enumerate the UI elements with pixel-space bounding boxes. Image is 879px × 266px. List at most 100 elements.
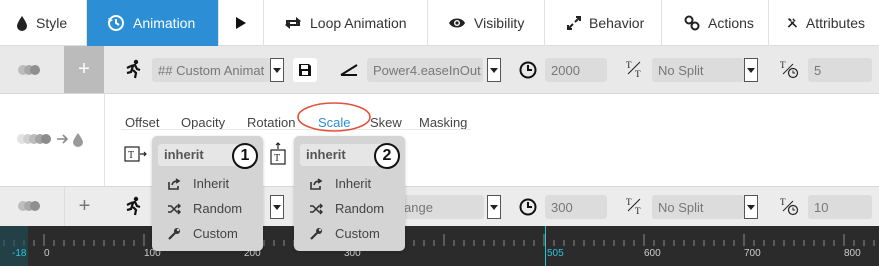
tab-loop-animation[interactable]: Loop Animation <box>264 0 428 46</box>
duration-input-2[interactable]: 300 <box>545 195 607 219</box>
menu-item-random[interactable]: Random <box>168 201 242 216</box>
split-select-2[interactable]: No Split <box>652 195 744 219</box>
frame-toggle-2[interactable] <box>0 187 64 226</box>
menu-item-custom[interactable]: Custom <box>310 226 380 241</box>
run-icon <box>122 195 144 217</box>
preset-dropdown-button-2[interactable] <box>270 195 284 219</box>
timeline-offset-region <box>0 226 28 266</box>
tab-style[interactable]: Style <box>0 0 87 46</box>
split-delay-icon: T <box>778 195 800 217</box>
tab-visibility[interactable]: Visibility <box>428 0 545 46</box>
scale-x-icon: T <box>124 144 148 164</box>
tab-animation[interactable]: Animation <box>87 0 219 46</box>
timeline-playhead[interactable] <box>545 226 546 266</box>
frame-toggle[interactable] <box>0 46 64 93</box>
easing-icon <box>338 60 360 80</box>
subtab-masking[interactable]: Masking <box>419 115 467 130</box>
tab-attributes[interactable]: Attributes <box>769 0 879 46</box>
split-dropdown-button-2[interactable] <box>744 195 758 219</box>
split-delay-value: 5 <box>814 62 822 78</box>
save-preset-button[interactable] <box>293 58 317 82</box>
preset-select[interactable]: ## Custom Animat <box>152 58 270 82</box>
split-dropdown-button[interactable] <box>744 58 758 82</box>
subtab-skew[interactable]: Skew <box>370 115 402 130</box>
duration-value: 2000 <box>551 62 580 78</box>
toggle-icon <box>18 65 40 75</box>
easing-select-2[interactable]: ange <box>398 195 484 219</box>
scale-x-dropdown-menu: inherit 1 Inherit Random Custom <box>152 136 263 251</box>
tick-label-marker: 505 <box>547 248 564 259</box>
menu-item-label: Custom <box>193 226 238 241</box>
animation-frame-row-2: + ange 300 TT No Split T 10 <box>0 186 879 226</box>
highlight-circle <box>297 102 371 132</box>
subtab-offset[interactable]: Offset <box>125 115 159 130</box>
timeline-ticks <box>3 234 875 246</box>
plus-icon: + <box>78 58 90 80</box>
subtab-opacity[interactable]: Opacity <box>181 115 225 130</box>
split-delay-input-2[interactable]: 10 <box>808 195 872 219</box>
clock-icon <box>518 197 538 217</box>
split-select[interactable]: No Split <box>652 58 744 82</box>
menu-item-inherit[interactable]: Inherit <box>168 176 229 191</box>
tick-label: 600 <box>644 248 661 259</box>
duration-value-2: 300 <box>551 199 573 215</box>
toggle-icon <box>18 201 40 211</box>
shuffle-icon <box>168 202 181 215</box>
loop-icon <box>285 17 301 29</box>
add-frame-button[interactable]: + <box>64 46 104 93</box>
easing-dropdown-button[interactable] <box>487 58 501 82</box>
duration-input[interactable]: 2000 <box>545 58 607 82</box>
tab-behavior-label: Behavior <box>589 15 645 31</box>
scale-y-dropdown-menu: inherit 2 Inherit Random Custom <box>294 136 405 251</box>
timeline-ruler[interactable]: -18 0 100 200 300 505 600 700 800 <box>0 226 879 266</box>
save-icon <box>299 64 311 76</box>
menu-item-custom[interactable]: Custom <box>168 226 238 241</box>
clock-icon <box>518 60 538 80</box>
tab-attributes-label: Attributes <box>805 15 865 31</box>
subtab-rotation[interactable]: Rotation <box>247 115 295 130</box>
tools-icon <box>787 18 798 28</box>
menu-item-label: Custom <box>335 226 380 241</box>
run-icon <box>122 58 144 80</box>
preset-dropdown-button[interactable] <box>270 58 284 82</box>
preset-value: ## Custom Animat <box>158 62 265 78</box>
tab-actions-label: Actions <box>708 15 754 31</box>
easing-value-2: ange <box>404 199 433 215</box>
easing-dropdown-button-2[interactable] <box>487 195 501 219</box>
share-icon <box>168 177 181 190</box>
menu-item-label: Inherit <box>193 176 230 191</box>
split-delay-value-2: 10 <box>814 199 829 215</box>
add-frame-button-2[interactable]: + <box>64 187 104 226</box>
menu-item-random[interactable]: Random <box>310 201 384 216</box>
svg-text:T: T <box>128 150 134 161</box>
play-icon <box>236 17 246 29</box>
split-delay-input[interactable]: 5 <box>808 58 872 82</box>
tick-label: 800 <box>844 248 861 259</box>
drop-icon <box>17 16 27 31</box>
tick-label: 700 <box>744 248 761 259</box>
menu-item-label: Inherit <box>335 176 372 191</box>
shuffle-icon <box>310 202 323 215</box>
scale-y-icon: T <box>268 142 288 166</box>
tab-actions[interactable]: Actions <box>662 0 769 46</box>
split-delay-icon: T <box>778 58 800 80</box>
easing-value: Power4.easeInOut <box>373 62 481 78</box>
transform-panel-row <box>0 94 879 186</box>
opacity-transition-icon <box>14 128 89 150</box>
svg-text:T: T <box>274 153 280 164</box>
tick-label: 0 <box>44 248 50 259</box>
split-value: No Split <box>658 62 704 78</box>
panel-divider <box>104 94 105 186</box>
play-button[interactable] <box>219 0 264 46</box>
tab-animation-label: Animation <box>133 15 196 31</box>
menu-item-inherit[interactable]: Inherit <box>310 176 371 191</box>
easing-select[interactable]: Power4.easeInOut <box>367 58 483 82</box>
svg-text:T: T <box>635 206 641 216</box>
tab-behavior[interactable]: Behavior <box>545 0 662 46</box>
share-icon <box>310 177 323 190</box>
tab-style-label: Style <box>36 15 68 31</box>
history-icon <box>108 15 124 31</box>
animation-frame-row-1: + ## Custom Animat Power4.easeInOut 2000… <box>0 46 879 94</box>
svg-text:T: T <box>626 197 632 207</box>
annotation-number-2: 2 <box>374 143 400 169</box>
